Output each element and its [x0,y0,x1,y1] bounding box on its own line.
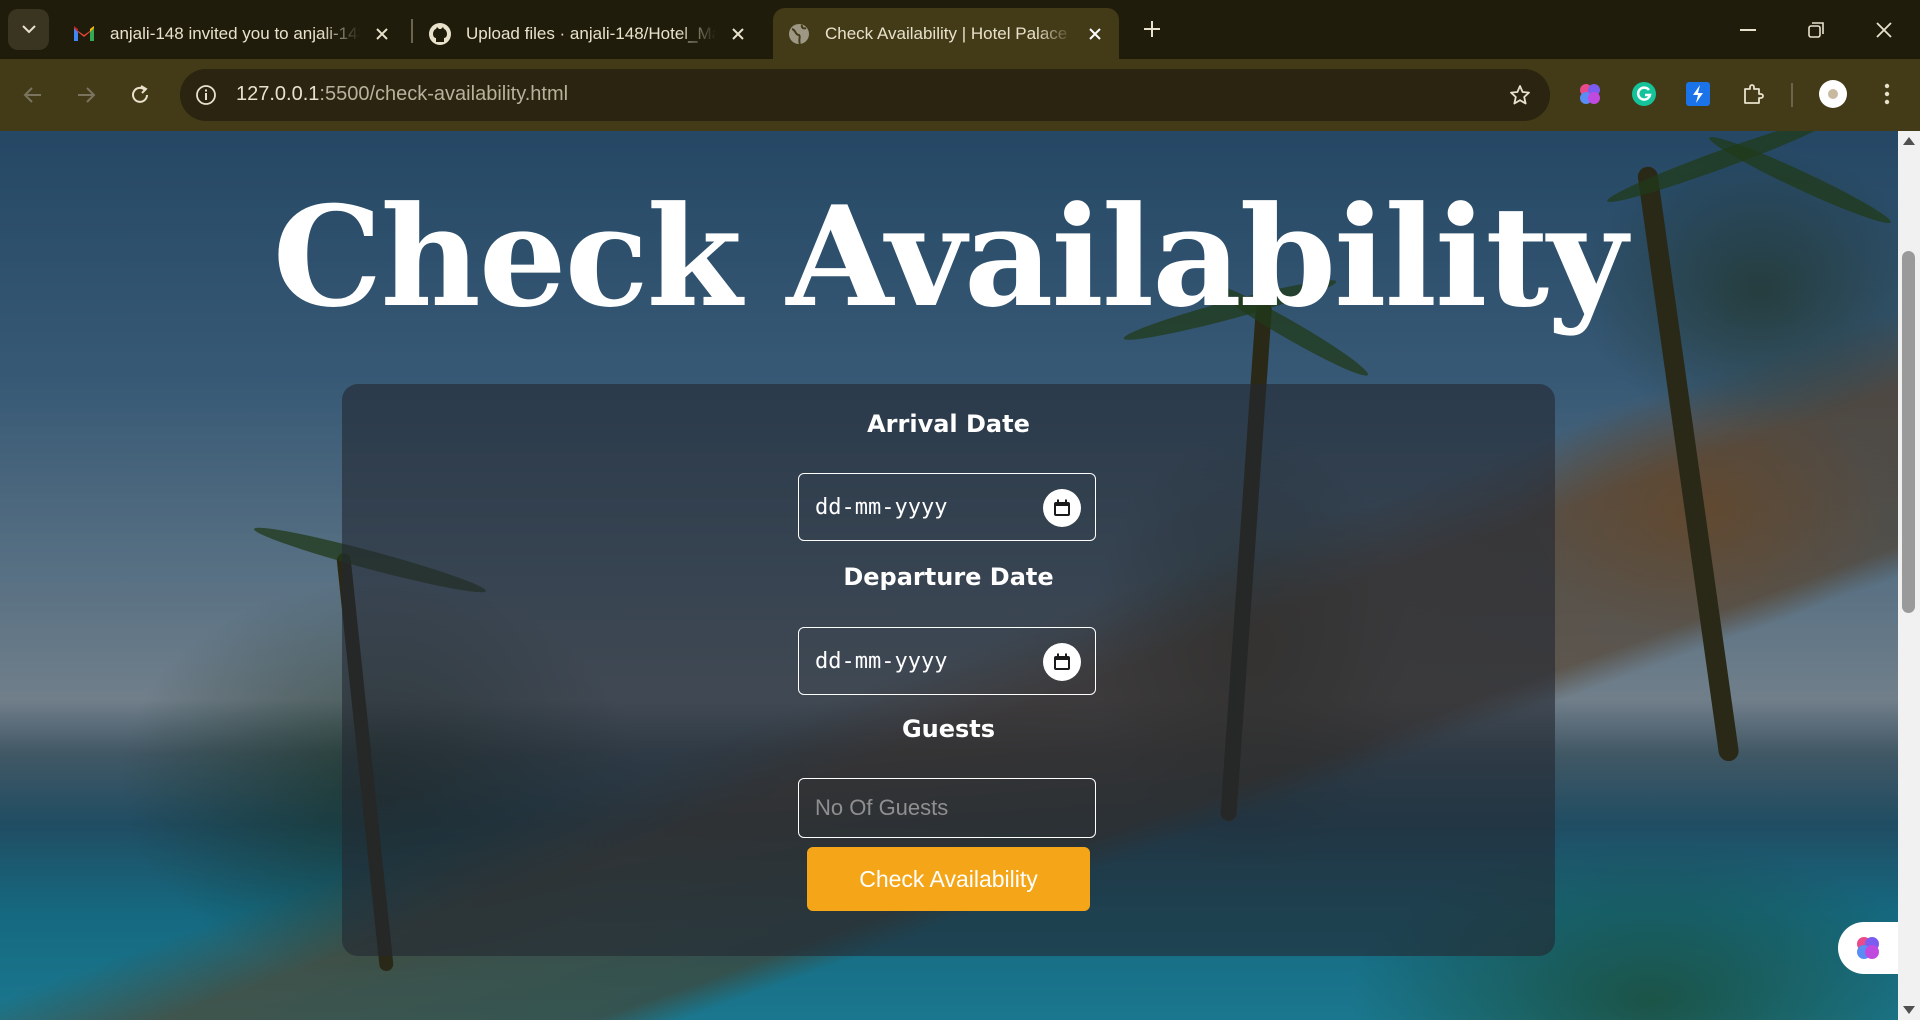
tab-github[interactable]: Upload files · anjali-148/Hotel_Mar [414,8,762,59]
guests-input[interactable] [798,778,1096,838]
minimize-button[interactable] [1720,0,1776,59]
url-host: 127.0.0.1 [236,83,320,105]
departure-date-input[interactable]: dd-mm-yyyy [798,627,1096,695]
forward-button[interactable] [68,77,104,113]
grammarly-icon[interactable] [1629,79,1659,109]
arrival-date-input[interactable]: dd-mm-yyyy [798,473,1096,541]
check-availability-button[interactable]: Check Availability [807,847,1090,911]
site-info-icon[interactable] [192,81,220,109]
plus-icon [1144,21,1160,37]
tab-title: Upload files · anjali-148/Hotel_Mar [466,23,716,43]
bookmark-star-icon[interactable] [1506,81,1534,109]
tab-strip: anjali-148 invited you to anjali-148 Upl… [0,0,1920,59]
chevron-down-icon [21,25,36,34]
arrival-date-value: dd-mm-yyyy [815,495,948,520]
tab-title: Check Availability | Hotel Palace Dr [825,23,1073,43]
page-scrollbar[interactable] [1898,131,1920,1020]
profile-avatar[interactable] [1818,79,1848,109]
restore-icon [1808,21,1824,38]
bolt-extension-icon[interactable] [1683,79,1713,109]
tab-check-availability[interactable]: Check Availability | Hotel Palace Dr [773,8,1119,59]
address-bar[interactable]: 127.0.0.1:5500/check-availability.html [180,69,1550,121]
close-tab-icon[interactable] [368,20,396,48]
arrival-date-label: Arrival Date [867,410,1030,438]
scroll-down-arrow-icon[interactable] [1903,1006,1915,1014]
close-tab-icon[interactable] [724,20,752,48]
globe-icon [787,22,811,46]
reload-icon [132,85,148,103]
minimize-icon [1740,28,1756,31]
assistant-button[interactable] [1838,922,1898,974]
page-viewport: Check Availability Arrival Date dd-mm-yy… [0,131,1898,1020]
restore-button[interactable] [1788,0,1844,59]
arrow-left-icon [23,87,41,103]
calendar-icon[interactable] [1043,643,1081,681]
url-text: 127.0.0.1:5500/check-availability.html [236,83,568,106]
scroll-up-arrow-icon[interactable] [1903,137,1915,145]
github-icon [428,22,452,46]
close-tab-icon[interactable] [1081,20,1109,48]
brain-extension-icon[interactable] [1575,79,1605,109]
tab-search-button[interactable] [8,9,49,50]
close-icon [1876,21,1892,38]
scrollbar-thumb[interactable] [1902,251,1915,613]
guests-label: Guests [901,715,996,743]
departure-date-label: Departure Date [843,563,1054,591]
new-tab-button[interactable] [1135,12,1169,46]
arrow-right-icon [78,87,96,103]
reload-button[interactable] [122,77,158,113]
close-window-button[interactable] [1856,0,1912,59]
calendar-icon[interactable] [1043,489,1081,527]
tab-gmail[interactable]: anjali-148 invited you to anjali-148 [58,8,406,59]
browser-toolbar: 127.0.0.1:5500/check-availability.html [0,59,1920,131]
tab-separator [411,19,413,43]
extensions-puzzle-icon[interactable] [1738,79,1768,109]
back-button[interactable] [15,77,51,113]
url-path: :5500/check-availability.html [319,83,569,105]
departure-date-value: dd-mm-yyyy [815,649,948,674]
toolbar-divider [1791,83,1793,107]
page-title: Check Availability [272,175,1628,338]
brain-icon [1857,937,1879,959]
tab-title: anjali-148 invited you to anjali-148 [110,23,360,43]
browser-menu-icon[interactable] [1872,79,1902,109]
gmail-icon [72,22,96,46]
availability-form: Arrival Date dd-mm-yyyy Departure Date d… [342,384,1555,956]
